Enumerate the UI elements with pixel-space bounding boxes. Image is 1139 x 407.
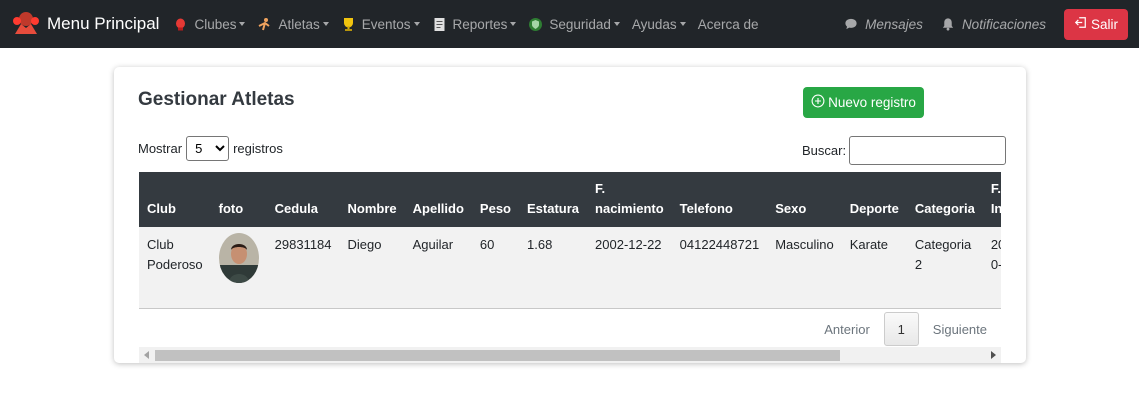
search-control: Buscar:: [802, 136, 1007, 165]
scroll-right-arrow-icon[interactable]: [991, 351, 996, 359]
logout-icon: [1074, 16, 1087, 32]
caret-down-icon: [679, 22, 686, 26]
menu-acerca-de[interactable]: Acerca de: [698, 17, 759, 32]
col-cedula[interactable]: Cedula: [267, 172, 340, 227]
logout-button[interactable]: Salir: [1063, 8, 1128, 40]
col-foto[interactable]: foto: [211, 172, 267, 227]
menu-seguridad-label: Seguridad: [549, 16, 611, 32]
logout-label: Salir: [1090, 16, 1118, 32]
brand-link[interactable]: Menu Principal: [11, 7, 159, 42]
page-title: Gestionar Atletas: [138, 89, 295, 110]
brand-title: Menu Principal: [47, 14, 160, 33]
new-record-button[interactable]: Nuevo registro: [803, 87, 924, 118]
athletes-table: Club foto Cedula Nombre Apellido Peso Es…: [139, 172, 1001, 309]
athlete-avatar: [218, 233, 259, 283]
col-nombre[interactable]: Nombre: [340, 172, 405, 227]
table-header-row: Club foto Cedula Nombre Apellido Peso Es…: [139, 172, 1001, 227]
col-estatura[interactable]: Estatura: [519, 172, 587, 227]
menu-clubes-label: Clubes: [194, 16, 237, 32]
records-label: registros: [233, 141, 283, 156]
menu-atletas[interactable]: Atletas: [257, 16, 329, 32]
menu-seguridad[interactable]: Seguridad: [528, 17, 620, 32]
caret-down-icon: [239, 22, 246, 26]
cell-telefono: 04122448721: [679, 237, 760, 252]
notifications-link[interactable]: Notificaciones: [941, 17, 1046, 32]
page-length-select[interactable]: 5: [186, 136, 230, 161]
cell-foto: [211, 227, 267, 309]
cell-estatura: 1.68: [527, 237, 553, 252]
search-input[interactable]: [849, 136, 1007, 165]
menu-atletas-label: Atletas: [278, 16, 320, 32]
cell-apellido: Aguilar: [412, 237, 454, 252]
col-telefono[interactable]: Telefono: [672, 172, 768, 227]
col-deporte[interactable]: Deporte: [842, 172, 907, 227]
caret-down-icon: [322, 22, 329, 26]
search-label: Buscar:: [802, 143, 847, 158]
col-club[interactable]: Club: [139, 172, 211, 227]
table-divider: [139, 308, 1001, 309]
caret-down-icon: [413, 22, 420, 26]
show-label: Mostrar: [138, 141, 183, 156]
caret-down-icon: [613, 22, 620, 26]
navbar-right: Mensajes Notificaciones Salir: [844, 0, 1128, 48]
horizontal-scrollbar[interactable]: [139, 347, 1001, 363]
cell-categoria: Categoria 2: [914, 237, 972, 273]
col-apellido[interactable]: Apellido: [405, 172, 472, 227]
cell-sexo: Masculino: [775, 237, 834, 252]
scrollbar-thumb[interactable]: [155, 350, 840, 361]
messages-link[interactable]: Mensajes: [844, 17, 923, 32]
menu-eventos-label: Eventos: [361, 16, 411, 32]
cell-nacimiento: 2002-12-22: [595, 237, 662, 252]
menu-ayudas[interactable]: Ayudas: [632, 17, 686, 32]
pagination: Anterior 1 Siguiente: [810, 312, 1001, 346]
pagination-prev[interactable]: Anterior: [810, 322, 884, 337]
cell-peso: 60: [479, 237, 495, 252]
col-peso[interactable]: Peso: [472, 172, 519, 227]
menu-clubes[interactable]: Clubes: [173, 16, 246, 32]
messages-label: Mensajes: [865, 16, 923, 32]
trophy-icon: [341, 17, 356, 32]
pagination-page-current[interactable]: 1: [883, 312, 919, 346]
cell-club: Club Poderoso: [147, 237, 203, 273]
menu-reportes[interactable]: Reportes: [432, 17, 517, 32]
pagination-next[interactable]: Siguiente: [919, 322, 1001, 337]
menu-ayudas-label: Ayudas: [631, 16, 677, 32]
boxer-logo-icon: [11, 7, 41, 42]
plus-circle-icon: [811, 94, 825, 111]
col-sexo[interactable]: Sexo: [767, 172, 842, 227]
table-container: Club foto Cedula Nombre Apellido Peso Es…: [139, 172, 1001, 363]
chat-bubble-icon: [844, 17, 859, 32]
document-icon: [432, 17, 447, 32]
cell-ingreso: 2022-10-3: [990, 237, 1001, 273]
col-ingreso[interactable]: F. Ingreso: [983, 172, 1001, 227]
scroll-left-arrow-icon[interactable]: [144, 351, 149, 359]
new-record-label: Nuevo registro: [828, 95, 916, 110]
page-length-control: Mostrar 5 registros: [138, 136, 283, 161]
athlete-icon: [257, 17, 272, 32]
menu-reportes-label: Reportes: [452, 16, 508, 32]
boxing-glove-icon: [173, 17, 188, 32]
cell-deporte: Karate: [849, 237, 889, 252]
table-row[interactable]: Club Poderoso 29831184 Diego Aguilar 60 …: [139, 227, 1001, 309]
top-navbar: Menu Principal Clubes Atletas Eventos Re…: [0, 0, 1139, 48]
shield-icon: [528, 17, 543, 32]
caret-down-icon: [510, 22, 517, 26]
bell-icon: [941, 17, 956, 32]
menu-acerca-de-label: Acerca de: [697, 16, 759, 32]
cell-nombre: Diego: [347, 237, 382, 252]
col-nacimiento[interactable]: F. nacimiento: [587, 172, 672, 227]
athletes-card: Gestionar Atletas Nuevo registro Mostrar…: [114, 67, 1026, 363]
notifications-label: Notificaciones: [961, 16, 1046, 32]
col-categoria[interactable]: Categoria: [907, 172, 983, 227]
cell-cedula: 29831184: [274, 237, 332, 252]
menu-eventos[interactable]: Eventos: [341, 17, 420, 32]
